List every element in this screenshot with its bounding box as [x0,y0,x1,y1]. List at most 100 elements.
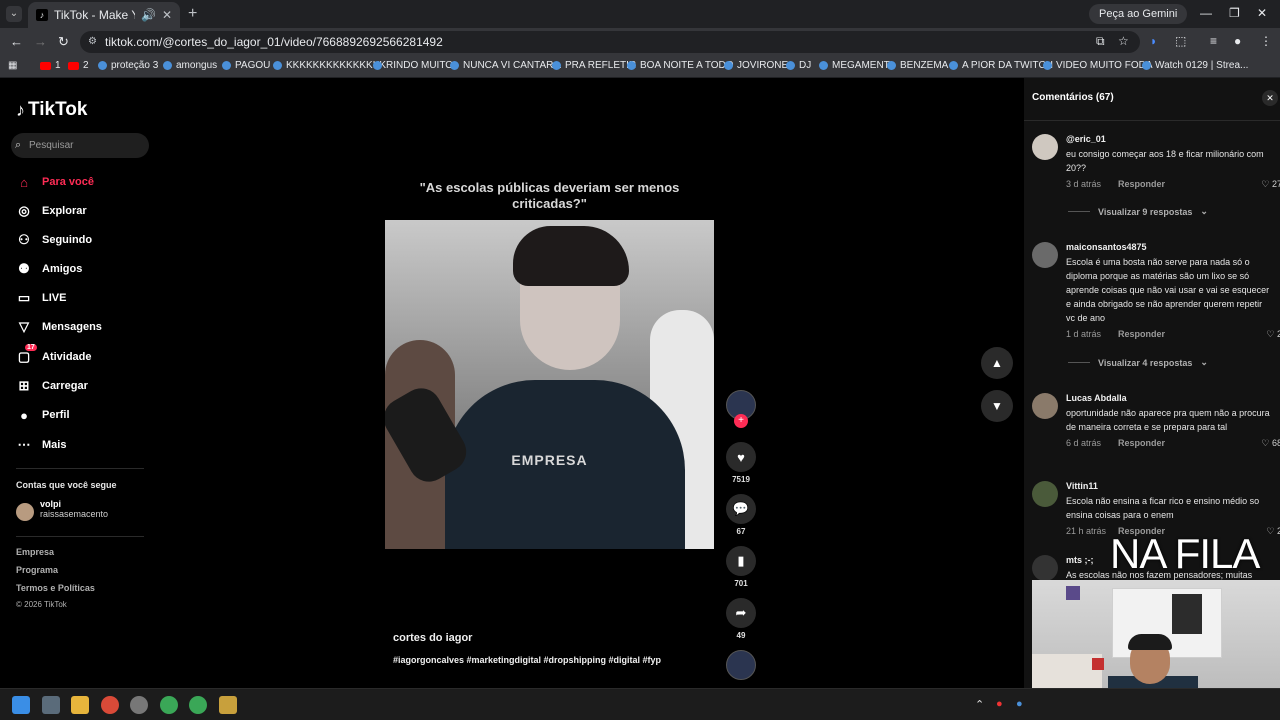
reload-icon[interactable]: ↻ [58,34,69,50]
nav-atividade[interactable]: ▢ 17 Atividade [16,344,92,366]
globe-icon [1043,61,1052,70]
footer-link[interactable]: Termos e Políticas [16,583,95,593]
bookmark-item[interactable]: VIDEO MUITO FODA [1043,60,1153,71]
chrome-icon[interactable] [101,696,119,714]
reply-button[interactable]: Responder [1118,329,1165,339]
tray-chevron-up-icon[interactable]: ⌃ [975,698,984,711]
search-placeholder: Pesquisar [29,140,74,151]
avatar[interactable] [1032,393,1058,419]
minimize-icon[interactable]: — [1200,6,1212,20]
footer-link[interactable]: Empresa [16,547,54,557]
tiktok-logo[interactable]: ♪ TikTok [16,99,87,121]
tray-app-icon[interactable]: ● [1016,698,1023,710]
footer-link[interactable]: Programa [16,565,58,575]
bookmark-item[interactable]: PAGOU [222,60,270,71]
share-button[interactable]: ➦ 49 [726,598,756,640]
bookmark-star-icon[interactable]: ☆ [1118,34,1129,48]
close-comments-icon[interactable]: ✕ [1262,90,1278,106]
close-window-icon[interactable]: ✕ [1257,6,1267,20]
bookmark-item[interactable]: MEGAMENT [819,60,890,71]
close-tab-icon[interactable]: ✕ [162,8,172,22]
translate-icon[interactable]: ⧉ [1096,34,1105,49]
chrome-profile-icon[interactable] [160,696,178,714]
nav-mensagens[interactable]: ▽ Mensagens [16,318,102,336]
music-disc-icon[interactable] [726,650,756,680]
reply-button[interactable]: Responder [1118,438,1165,448]
nav-live[interactable]: ▭ LIVE [16,289,67,307]
avatar[interactable] [1032,134,1058,160]
save-button[interactable]: ▮ 701 [726,546,756,588]
video-frame[interactable]: EMPRESA [385,220,714,549]
obs-icon[interactable] [130,696,148,714]
apps-grid-icon[interactable]: ▦ [8,60,17,71]
nav-carregar[interactable]: ⊞ Carregar [16,377,88,395]
media-controls-icon[interactable]: ≡ [1210,34,1217,48]
nav-perfil[interactable]: ● Perfil [16,406,69,424]
league-client-icon[interactable] [219,696,237,714]
video-player[interactable]: "As escolas públicas deveriam ser menos … [385,166,714,673]
comment-button[interactable]: 💬 67 [726,494,756,536]
bookmark-item[interactable]: PRA REFLETIR [552,60,636,71]
comment-user[interactable]: Vittin11 [1066,481,1272,491]
avatar[interactable] [1032,242,1058,268]
bookmark-item[interactable]: DJ [786,60,811,71]
bookmark-item[interactable]: A PIOR DA TWITCH [949,60,1053,71]
site-info-icon[interactable]: ⚙ [88,31,97,53]
forward-icon[interactable]: → [34,34,47,49]
bookmark-item[interactable]: BOA NOITE A TODO [627,60,734,71]
extensions-puzzle-icon[interactable]: ⬚ [1175,34,1186,48]
comment-time: 6 d atrás [1066,438,1102,448]
comment-like-button[interactable]: ♡ 27 [1261,179,1280,190]
comment-user[interactable]: maiconsantos4875 [1066,242,1272,252]
bookmark-item[interactable]: 2 [68,60,89,71]
nav-seguindo[interactable]: ⚇ Seguindo [16,231,92,249]
search-input[interactable]: ⌕ Pesquisar [11,133,149,158]
bookmark-item[interactable]: 1 [40,60,61,71]
avatar[interactable] [1032,481,1058,507]
follow-plus-icon[interactable]: + [734,414,748,428]
tray-app-icon[interactable]: ● [996,698,1003,710]
view-replies-button[interactable]: Visualizar 4 respostas ⌄ [1068,357,1208,368]
chrome-profile-icon[interactable] [189,696,207,714]
calculator-icon[interactable] [42,696,60,714]
mute-tab-icon[interactable]: 🔊 [141,8,156,22]
extension-icon[interactable]: ◗ [1150,34,1157,48]
nav-amigos[interactable]: ⚉ Amigos [16,260,82,278]
file-explorer-icon[interactable] [71,696,89,714]
comment-user[interactable]: @eric_01 [1066,134,1272,144]
comment-like-button[interactable]: ♡ 68 [1261,438,1280,449]
reply-button[interactable]: Responder [1118,179,1165,189]
bookmark-item[interactable]: amongus [163,60,217,71]
restore-icon[interactable]: ❐ [1229,6,1240,20]
view-replies-button[interactable]: Visualizar 9 respostas ⌄ [1068,206,1208,217]
comment-like-button[interactable]: ♡ 2 [1266,329,1280,340]
browser-tab-tiktok[interactable]: ♪ TikTok - Make Your Day 🔊 ✕ [28,2,180,28]
profile-avatar-icon[interactable]: ● [1234,34,1241,48]
bookmark-item[interactable]: KKKKKKKKKKKKKKK [273,60,386,71]
bookmark-item[interactable]: RINDO MUITO [373,60,453,71]
comment-user[interactable]: Lucas Abdalla [1066,393,1272,403]
new-tab-button[interactable]: + [188,5,197,23]
bookmark-item[interactable]: JOVIRONE [724,60,788,71]
like-button[interactable]: ♥ 7519 [726,442,756,484]
bookmark-item[interactable]: proteção 3 [98,60,158,71]
menu-kebab-icon[interactable]: ⋮ [1260,34,1272,48]
tab-search-icon[interactable]: ⌄ [6,6,22,22]
nav-explorar[interactable]: ◎ Explorar [16,202,86,220]
followed-account[interactable]: volpi raissasemacento [16,499,108,521]
bookmark-item[interactable]: NUNCA VI CANTAR... [450,60,562,71]
nav-mais[interactable]: ⋯ Mais [16,436,67,454]
back-icon[interactable]: ← [10,34,23,49]
next-video-button[interactable]: ▼ [981,390,1013,422]
avatar[interactable] [1032,555,1058,581]
bookmark-item[interactable]: BENZEMA [887,60,948,71]
windows-start-icon[interactable] [12,696,30,714]
video-hashtags[interactable]: #iagorgoncalves #marketingdigital #drops… [393,655,661,665]
address-bar[interactable]: ⚙ tiktok.com/@cortes_do_iagor_01/video/7… [80,31,1140,53]
video-author[interactable]: cortes do iagor [393,632,472,644]
previous-video-button[interactable]: ▲ [981,347,1013,379]
bookmark-item[interactable]: Watch 0129 | Strea... [1142,60,1248,71]
gemini-button[interactable]: Peça ao Gemini [1089,4,1188,24]
comment-like-button[interactable]: ♡ 2 [1266,526,1280,537]
nav-para-voce[interactable]: ⌂ Para você [16,173,94,191]
